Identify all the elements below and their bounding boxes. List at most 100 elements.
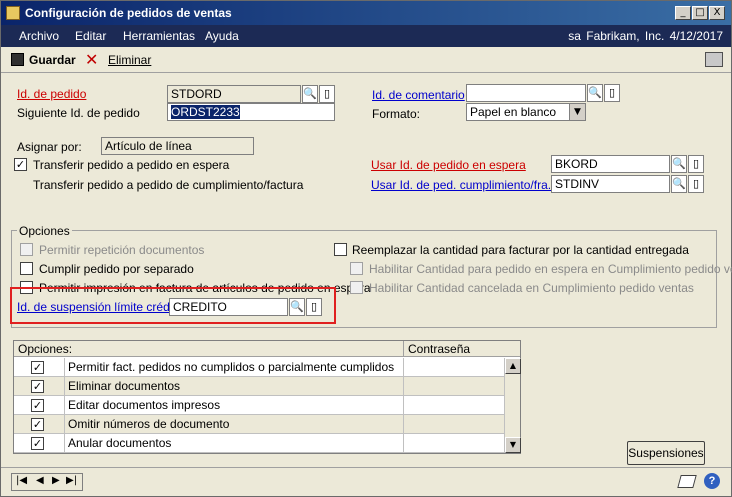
printer-icon[interactable]: [705, 52, 723, 67]
user-company-date: sa Fabrikam, Inc. 4/12/2017: [568, 29, 723, 43]
next-order-id-label: Siguiente Id. de pedido: [17, 106, 140, 120]
highlight-box: [10, 287, 336, 324]
assign-by-label: Asignar por:: [17, 140, 82, 154]
replace-qty-checkbox[interactable]: [334, 243, 347, 256]
menu-editar[interactable]: Editar: [75, 29, 106, 43]
use-hold-id-label[interactable]: Usar Id. de pedido en espera: [371, 158, 526, 172]
previous-record-icon[interactable]: ◀: [36, 475, 44, 486]
scroll-down-icon[interactable]: ▼: [505, 437, 521, 453]
use-fulfill-id-field[interactable]: STDINV: [551, 175, 670, 193]
menu-herramientas[interactable]: Herramientas: [123, 29, 195, 43]
scroll-up-icon[interactable]: ▲: [505, 358, 521, 374]
use-hold-id-note-icon[interactable]: ▯: [688, 155, 704, 173]
order-id-field[interactable]: STDORD: [167, 85, 301, 103]
order-id-note-icon[interactable]: ▯: [319, 85, 335, 103]
use-hold-id-field[interactable]: BKORD: [551, 155, 670, 173]
row-checkbox[interactable]: ✓: [31, 418, 44, 431]
order-id-lookup-icon[interactable]: 🔍: [302, 85, 318, 103]
close-button[interactable]: X: [709, 6, 725, 20]
menu-ayuda[interactable]: Ayuda: [205, 29, 239, 43]
assign-by-field[interactable]: Artículo de línea: [101, 137, 254, 155]
col-header-options[interactable]: Opciones:: [14, 341, 403, 357]
grid-scrollbar[interactable]: ▲ ▼: [504, 358, 521, 453]
row-password-cell[interactable]: [403, 377, 504, 395]
format-dropdown-icon[interactable]: ▼: [569, 104, 585, 120]
row-checkbox[interactable]: ✓: [31, 361, 44, 374]
row-password-cell[interactable]: [403, 396, 504, 414]
comment-id-lookup-icon[interactable]: 🔍: [587, 84, 603, 102]
row-label: Editar documentos impresos: [68, 398, 221, 412]
table-row[interactable]: ✓ Anular documentos: [14, 434, 504, 453]
help-icon[interactable]: ?: [704, 473, 720, 489]
row-divider: [64, 415, 65, 433]
table-row[interactable]: ✓ Permitir fact. pedidos no cumplidos o …: [14, 358, 504, 377]
last-record-icon[interactable]: ▶|: [66, 475, 77, 486]
delete-label: Eliminar: [108, 53, 152, 67]
minimize-button[interactable]: _: [675, 6, 691, 20]
window-title: Configuración de pedidos de ventas: [25, 6, 232, 20]
row-divider: [64, 358, 65, 376]
first-record-icon[interactable]: |◀: [16, 475, 27, 486]
row-divider: [64, 434, 65, 452]
next-order-id-field[interactable]: ORDST2233: [167, 103, 335, 121]
fulfill-separately-checkbox[interactable]: [20, 262, 33, 275]
next-record-icon[interactable]: ▶: [52, 475, 60, 486]
table-row[interactable]: ✓ Editar documentos impresos: [14, 396, 504, 415]
options-group-label: Opciones: [17, 224, 72, 238]
delete-icon: ✕: [85, 50, 99, 69]
format-select[interactable]: Papel en blanco ▼: [466, 103, 586, 121]
transfer-fulfill-label: Transferir pedido a pedido de cumplimien…: [33, 178, 304, 192]
delete-button[interactable]: ✕ Eliminar: [83, 50, 152, 69]
row-password-cell[interactable]: [403, 434, 504, 452]
transfer-hold-label: Transferir pedido a pedido en espera: [33, 158, 230, 172]
maximize-button[interactable]: □: [692, 6, 708, 20]
enable-qty-hold-checkbox[interactable]: [350, 262, 363, 275]
suspensions-button[interactable]: Suspensiones: [627, 441, 705, 465]
col-header-password[interactable]: Contraseña: [403, 341, 520, 357]
app-icon: [6, 6, 20, 20]
row-divider: [64, 396, 65, 414]
row-password-cell[interactable]: [403, 358, 504, 376]
allow-repeat-label: Permitir repetición documentos: [39, 243, 205, 257]
menu-bar: Archivo Editar Herramientas Ayuda sa Fab…: [1, 25, 731, 47]
window: Configuración de pedidos de ventas _ □ X…: [0, 0, 732, 497]
row-divider: [64, 377, 65, 395]
transfer-hold-checkbox[interactable]: ✓: [14, 158, 27, 171]
use-fulfill-id-note-icon[interactable]: ▯: [688, 175, 704, 193]
row-label: Anular documentos: [68, 436, 172, 450]
use-hold-id-lookup-icon[interactable]: 🔍: [671, 155, 687, 173]
fulfill-separately-label: Cumplir pedido por separado: [39, 262, 194, 276]
row-password-cell[interactable]: [403, 415, 504, 433]
comment-id-field[interactable]: [466, 84, 586, 102]
toolbar: Guardar ✕ Eliminar: [1, 47, 731, 73]
enable-qty-cancel-checkbox[interactable]: [350, 281, 363, 294]
note-icon[interactable]: [677, 475, 697, 488]
row-checkbox[interactable]: ✓: [31, 380, 44, 393]
format-label: Formato:: [372, 107, 421, 121]
status-bar: |◀ ◀ ▶ ▶| ?: [1, 467, 731, 496]
row-checkbox[interactable]: ✓: [31, 437, 44, 450]
table-row[interactable]: ✓ Eliminar documentos: [14, 377, 504, 396]
enable-qty-cancel-label: Habilitar Cantidad cancelada en Cumplimi…: [369, 281, 694, 295]
order-id-label[interactable]: Id. de pedido: [17, 87, 86, 101]
comment-id-note-icon[interactable]: ▯: [604, 84, 620, 102]
save-button[interactable]: Guardar: [9, 51, 76, 69]
replace-qty-label: Reemplazar la cantidad para facturar por…: [352, 243, 689, 257]
format-value: Papel en blanco: [470, 105, 557, 119]
use-fulfill-id-label[interactable]: Usar Id. de ped. cumplimiento/fra.: [371, 178, 551, 192]
allow-repeat-checkbox[interactable]: [20, 243, 33, 256]
save-icon: [11, 53, 24, 66]
comment-id-label[interactable]: Id. de comentario: [372, 88, 465, 102]
enable-qty-hold-label: Habilitar Cantidad para pedido en espera…: [369, 262, 732, 276]
table-row[interactable]: ✓ Omitir números de documento: [14, 415, 504, 434]
row-label: Omitir números de documento: [68, 417, 230, 431]
row-label: Eliminar documentos: [68, 379, 181, 393]
record-navigator: |◀ ◀ ▶ ▶|: [11, 473, 83, 491]
row-label: Permitir fact. pedidos no cumplidos o pa…: [68, 360, 395, 374]
menu-archivo[interactable]: Archivo: [19, 29, 59, 43]
row-checkbox[interactable]: ✓: [31, 399, 44, 412]
next-order-id-value: ORDST2233: [171, 105, 240, 119]
save-label: Guardar: [29, 53, 76, 67]
use-fulfill-id-lookup-icon[interactable]: 🔍: [671, 175, 687, 193]
title-bar: Configuración de pedidos de ventas _ □ X: [1, 1, 731, 25]
